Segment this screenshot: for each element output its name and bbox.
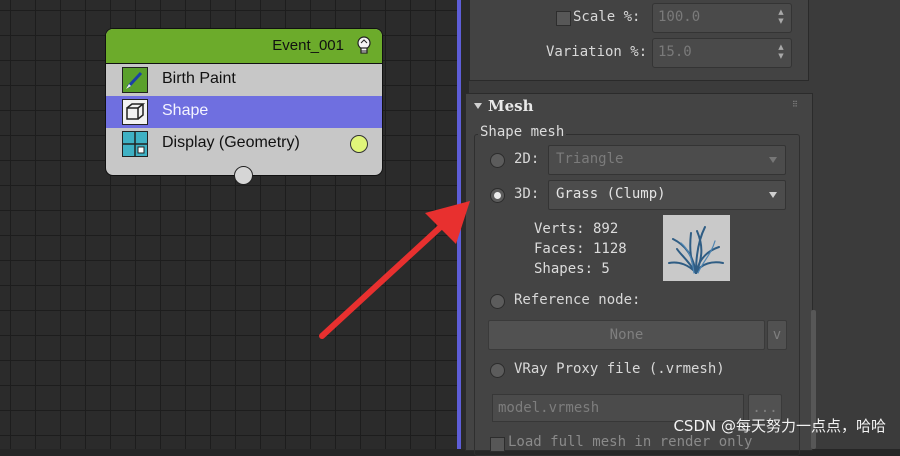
reference-node-none-button[interactable]: None xyxy=(488,320,765,350)
scale-group: Scale %: 100.0 ▲ ▼ Variation %: 15.0 ▲ ▼ xyxy=(469,0,809,81)
chevron-down-icon xyxy=(769,157,777,163)
operator-label: Birth Paint xyxy=(162,70,236,87)
load-full-mesh-label: Load full mesh in render only xyxy=(508,434,753,450)
shape-2d-dropdown[interactable]: Triangle xyxy=(548,145,786,175)
vrmesh-file-value: model.vrmesh xyxy=(498,400,600,416)
parameters-panel: Scale %: 100.0 ▲ ▼ Variation %: 15.0 ▲ ▼ M… xyxy=(465,0,900,456)
reference-node-label: Reference node: xyxy=(514,292,641,308)
operator-label: Shape xyxy=(162,102,209,119)
radio-vray-proxy[interactable] xyxy=(490,363,505,378)
radio-3d-label: 3D: xyxy=(514,186,540,202)
display-color-swatch[interactable] xyxy=(350,135,368,153)
verts-count: Verts: 892 xyxy=(534,221,619,237)
mesh-rollout-title[interactable]: Mesh xyxy=(488,97,534,115)
shapes-count: Shapes: 5 xyxy=(534,261,610,277)
display-grid-icon xyxy=(122,131,148,157)
variation-value: 15.0 xyxy=(658,44,692,60)
variation-spinner[interactable]: 15.0 ▲ ▼ xyxy=(652,38,792,68)
radio-2d[interactable] xyxy=(490,153,505,168)
lightbulb-icon[interactable] xyxy=(355,36,373,56)
shape-2d-value: Triangle xyxy=(556,151,624,167)
scale-spinner[interactable]: 100.0 ▲ ▼ xyxy=(652,3,792,33)
spinner-arrows-icon[interactable]: ▲ ▼ xyxy=(777,8,785,26)
operator-shape[interactable]: Shape xyxy=(106,96,382,128)
operator-display-geometry[interactable]: Display (Geometry) xyxy=(106,128,382,160)
operator-birth-paint[interactable]: Birth Paint xyxy=(106,64,382,96)
operator-label: Display (Geometry) xyxy=(162,134,300,151)
cube-icon xyxy=(122,99,148,125)
radio-2d-label: 2D: xyxy=(514,151,540,167)
reference-node-pick-button[interactable]: v xyxy=(767,320,787,350)
csdn-watermark: CSDN @每天努力一点点，哈哈 xyxy=(673,417,886,435)
collapse-triangle-icon[interactable] xyxy=(474,103,482,109)
drag-grip-icon[interactable]: ⠿ xyxy=(792,101,802,112)
grass-clump-preview-icon xyxy=(663,215,730,281)
scale-checkbox[interactable] xyxy=(556,11,571,26)
event-title: Event_001 xyxy=(272,37,344,54)
shape-3d-dropdown[interactable]: Grass (Clump) xyxy=(548,180,786,210)
spinner-arrows-icon[interactable]: ▲ ▼ xyxy=(777,43,785,61)
variation-label: Variation %: xyxy=(546,44,648,60)
event-node-header[interactable]: Event_001 xyxy=(106,29,382,64)
paint-brush-icon xyxy=(122,67,148,93)
vray-proxy-label: VRay Proxy file (.vrmesh) xyxy=(514,361,725,377)
event-output-socket[interactable] xyxy=(234,166,253,185)
event-node[interactable]: Event_001 Birth Paint Shape Display (Geo… xyxy=(105,28,383,185)
radio-3d[interactable] xyxy=(490,188,505,203)
mesh-rollout: Mesh ⠿ Shape mesh 2D: Triangle 3D: Grass… xyxy=(465,93,813,456)
faces-count: Faces: 1128 xyxy=(534,241,627,257)
scale-value: 100.0 xyxy=(658,9,701,25)
chevron-down-icon xyxy=(769,192,777,198)
shape-mesh-group-title: Shape mesh xyxy=(478,124,567,140)
radio-reference-node[interactable] xyxy=(490,294,505,309)
load-full-mesh-checkbox[interactable] xyxy=(490,437,505,452)
shape-3d-value: Grass (Clump) xyxy=(556,186,666,202)
scale-label: Scale %: xyxy=(573,9,641,25)
particle-view-graph[interactable]: Event_001 Birth Paint Shape Display (Geo… xyxy=(0,0,457,449)
